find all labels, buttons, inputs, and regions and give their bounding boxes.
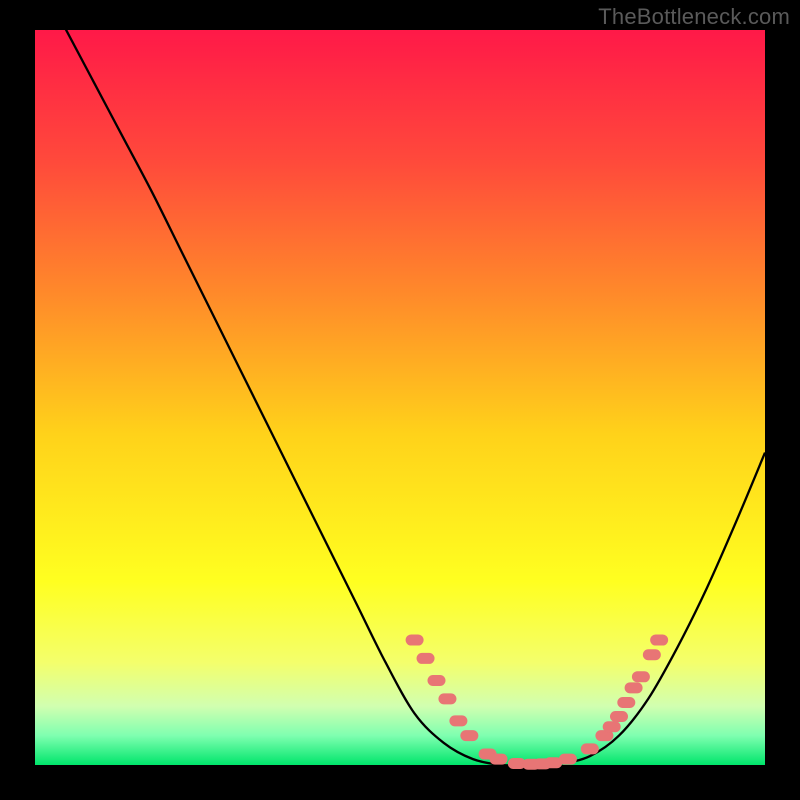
curve-marker bbox=[632, 671, 650, 682]
curve-marker bbox=[460, 730, 478, 741]
bottleneck-chart bbox=[0, 0, 800, 800]
curve-marker bbox=[581, 743, 599, 754]
curve-marker bbox=[610, 711, 628, 722]
curve-marker bbox=[650, 635, 668, 646]
curve-marker bbox=[417, 653, 435, 664]
curve-marker bbox=[603, 721, 621, 732]
curve-marker bbox=[643, 649, 661, 660]
curve-marker bbox=[438, 693, 456, 704]
curve-marker bbox=[559, 754, 577, 765]
curve-marker bbox=[449, 715, 467, 726]
curve-marker bbox=[428, 675, 446, 686]
curve-marker bbox=[490, 754, 508, 765]
curve-marker bbox=[617, 697, 635, 708]
curve-marker bbox=[625, 682, 643, 693]
chart-frame: TheBottleneck.com bbox=[0, 0, 800, 800]
curve-marker bbox=[406, 635, 424, 646]
